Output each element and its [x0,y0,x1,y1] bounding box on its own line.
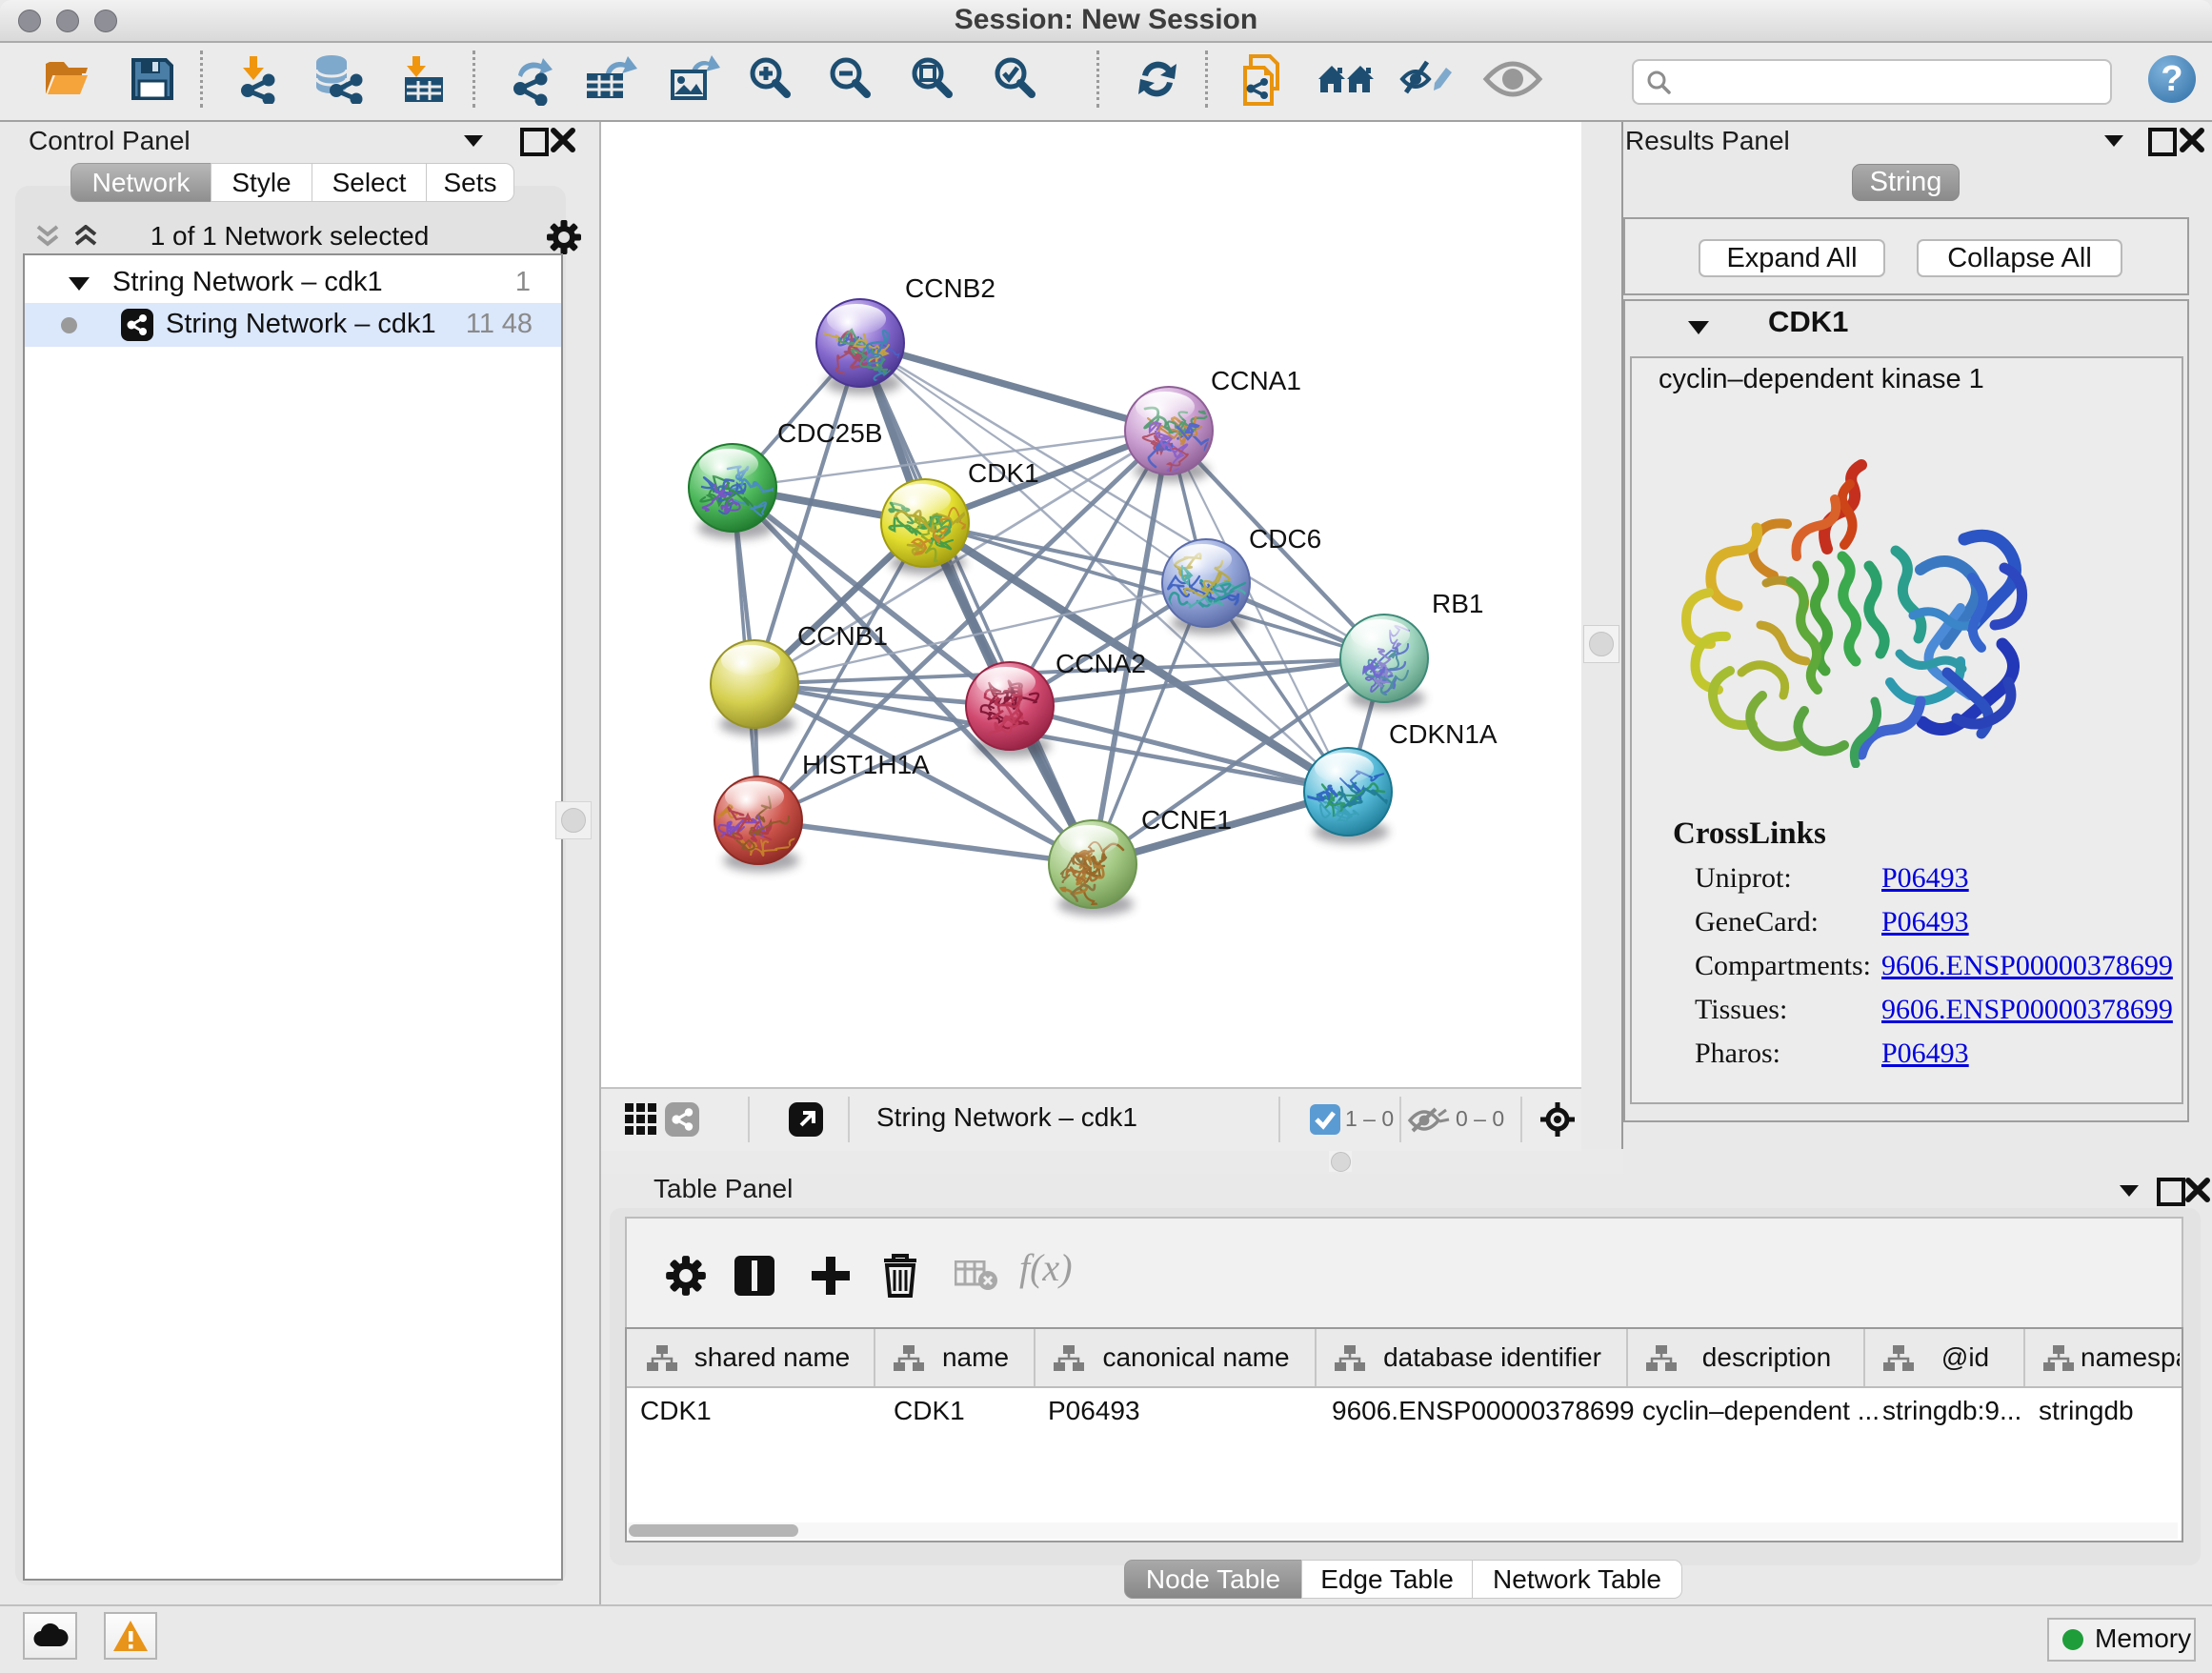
svg-text:CDK1: CDK1 [968,458,1039,488]
svg-text:CCNB2: CCNB2 [905,273,995,303]
svg-text:CCNE1: CCNE1 [1141,805,1232,835]
svg-text:RB1: RB1 [1432,589,1483,618]
svg-text:CCNA1: CCNA1 [1211,366,1301,395]
svg-text:CCNA2: CCNA2 [1056,649,1146,678]
svg-text:CCNB1: CCNB1 [797,621,888,651]
svg-text:CDKN1A: CDKN1A [1389,719,1498,749]
svg-text:CDC25B: CDC25B [777,418,882,448]
svg-text:CDC6: CDC6 [1249,524,1321,554]
svg-text:HIST1H1A: HIST1H1A [802,750,930,779]
